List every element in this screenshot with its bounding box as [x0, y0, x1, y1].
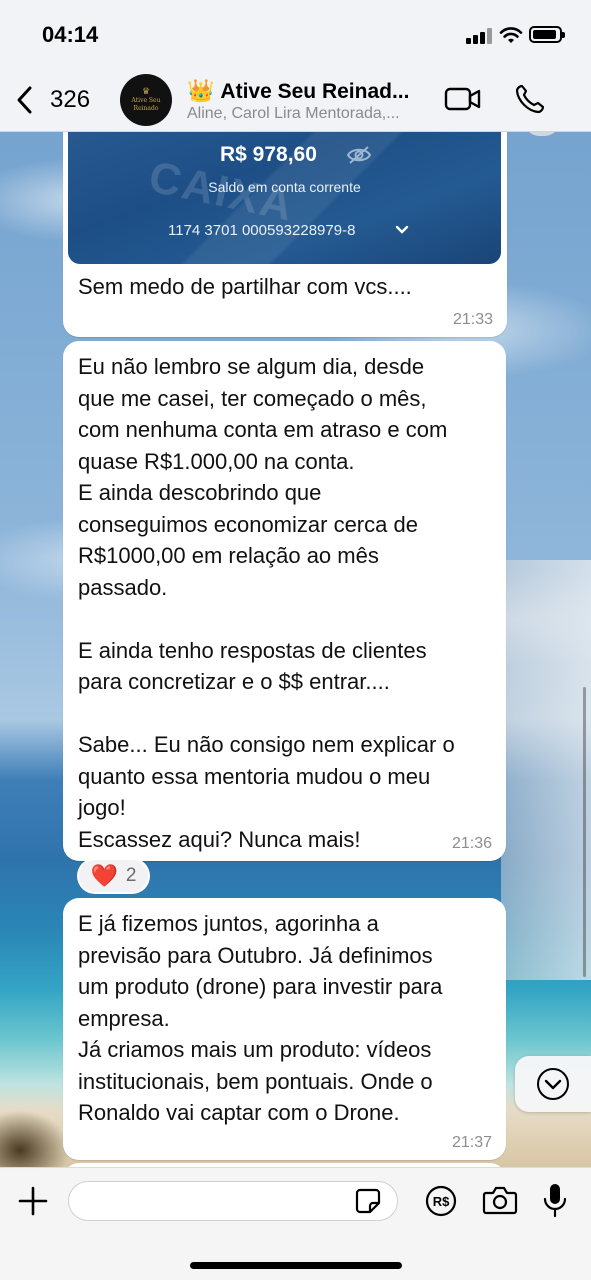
reaction-count: 2	[125, 865, 137, 886]
status-bar: 04:14	[0, 0, 591, 70]
heart-icon: ❤️	[90, 863, 118, 888]
phone-call-icon[interactable]	[514, 83, 546, 115]
home-indicator[interactable]	[190, 1262, 402, 1269]
eye-off-icon	[346, 146, 372, 164]
previous-bubble-edge	[525, 132, 559, 136]
chevron-down-icon	[395, 225, 409, 234]
wifi-icon	[499, 27, 523, 43]
group-avatar[interactable]: ♛ Ative Seu Reinado	[120, 74, 172, 126]
microphone-icon[interactable]	[542, 1182, 568, 1218]
chat-header: 326 ♛ Ative Seu Reinado 👑 Ative Seu Reina…	[0, 70, 591, 132]
status-time: 04:14	[42, 22, 99, 47]
message-bubble[interactable]: CAIXA R$ 978,60 Saldo em conta corrente …	[63, 132, 507, 337]
sticker-icon[interactable]	[354, 1187, 382, 1215]
scrollbar[interactable]	[583, 687, 586, 977]
back-button[interactable]: 326	[14, 82, 90, 118]
battery-icon	[529, 26, 565, 43]
scroll-to-bottom-button[interactable]	[515, 1056, 591, 1112]
back-unread-count: 326	[50, 86, 91, 113]
bank-screenshot-image[interactable]: CAIXA R$ 978,60 Saldo em conta corrente …	[68, 132, 501, 264]
crown-icon: ♛	[141, 86, 151, 97]
message-time: 21:33	[452, 311, 493, 328]
message-bubble[interactable]: E já fizemos juntos, agorinha a previsão…	[63, 898, 506, 1160]
plus-icon[interactable]	[17, 1185, 49, 1217]
group-title-text: Ative Seu Reinad...	[220, 80, 410, 103]
message-bubble[interactable]: Eu não lembro se algum dia, desde que me…	[63, 341, 506, 861]
video-call-icon[interactable]	[444, 86, 482, 112]
svg-text:R$: R$	[433, 1194, 450, 1209]
message-text: Eu não lembro se algum dia, desde que me…	[78, 354, 455, 852]
message-time: 21:36	[451, 835, 492, 852]
message-time: 21:37	[451, 1134, 492, 1151]
message-text: Sem medo de partilhar com vcs....	[78, 274, 412, 299]
bank-account-number: 1174 3701 000593228979-8	[168, 222, 356, 239]
bank-balance-label: Saldo em conta corrente	[208, 179, 361, 195]
crown-emoji: 👑	[187, 78, 215, 103]
group-title[interactable]: 👑 Ative Seu Reinad...	[187, 78, 427, 104]
cellular-signal-icon	[466, 28, 492, 44]
chat-message-list[interactable]: CAIXA R$ 978,60 Saldo em conta corrente …	[0, 132, 591, 1167]
message-input-bar: R$	[0, 1167, 591, 1280]
chevron-down-circle-icon	[537, 1068, 569, 1100]
message-reaction[interactable]: ❤️ 2	[77, 858, 150, 894]
avatar-logo-text: Ative Seu Reinado	[131, 96, 161, 112]
group-members[interactable]: Aline, Carol Lira Mentorada,...	[187, 105, 427, 123]
bank-balance: R$ 978,60	[220, 143, 317, 166]
chevron-left-icon	[17, 86, 32, 114]
camera-icon[interactable]	[482, 1185, 518, 1215]
payment-icon[interactable]: R$	[425, 1185, 457, 1217]
message-text: E já fizemos juntos, agorinha a previsão…	[78, 911, 443, 1125]
message-input[interactable]	[68, 1181, 398, 1221]
